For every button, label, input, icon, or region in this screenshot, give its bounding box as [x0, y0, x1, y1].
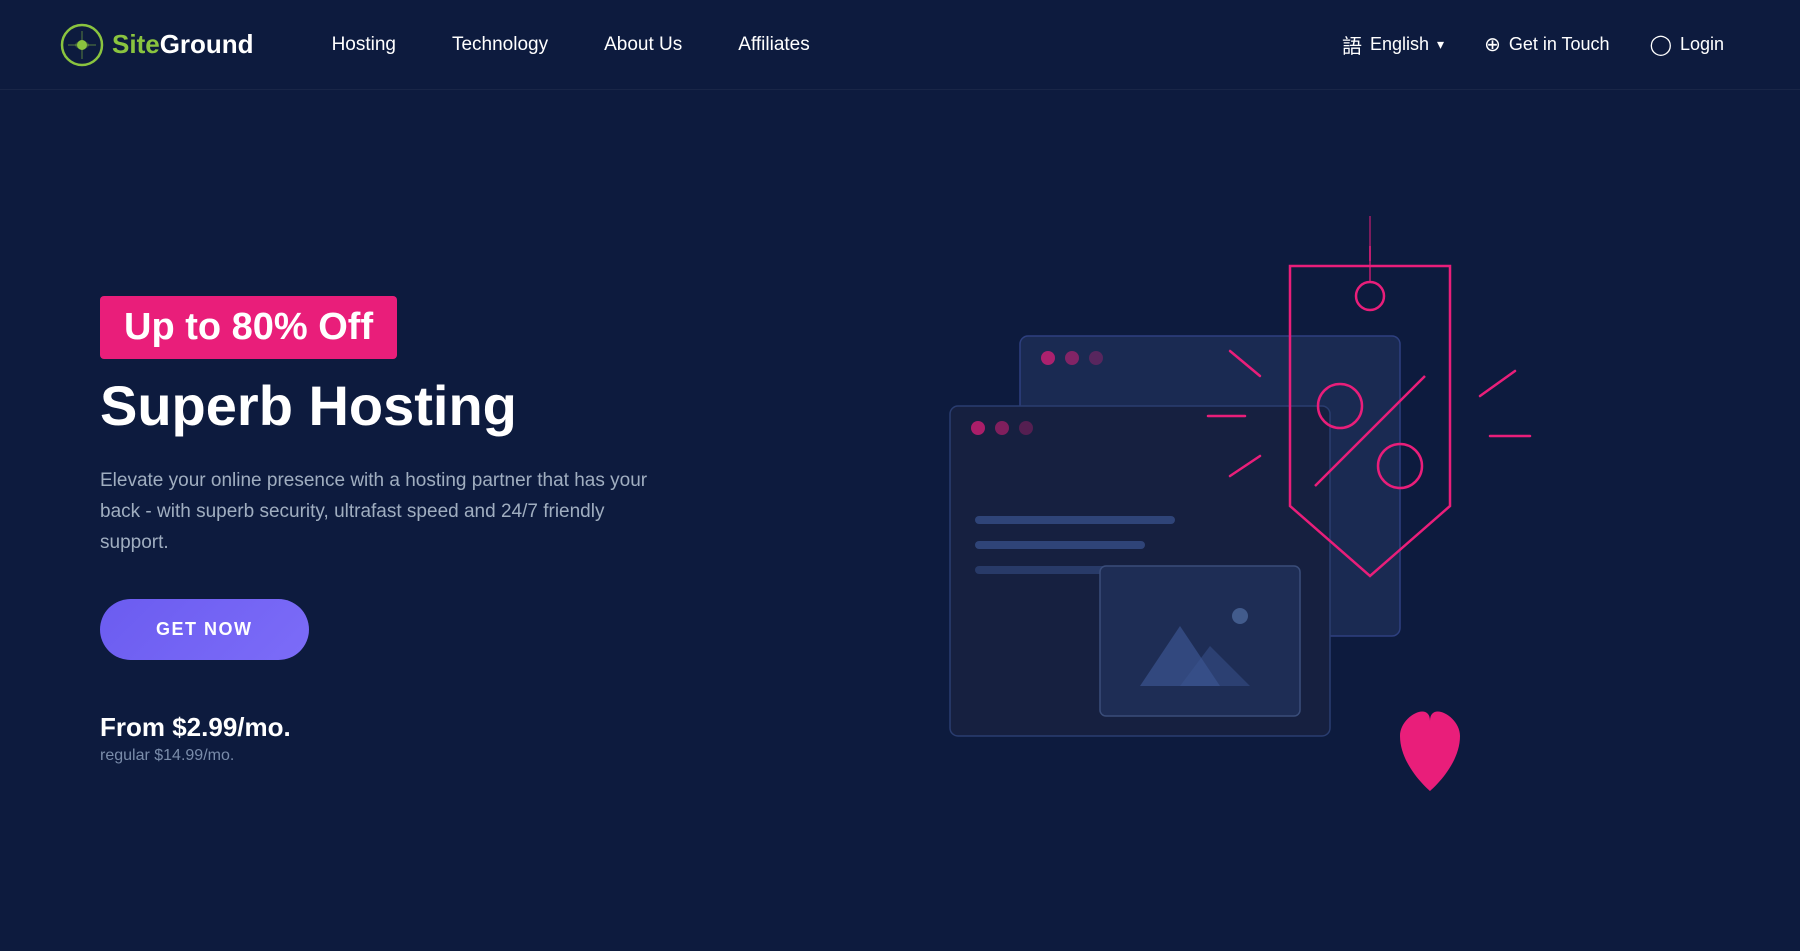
chevron-down-icon: ▾ — [1437, 36, 1444, 53]
pricing-info: From $2.99/mo. regular $14.99/mo. — [100, 712, 700, 765]
price-regular: regular $14.99/mo. — [100, 747, 700, 765]
hero-title: Superb Hosting — [100, 375, 700, 437]
price-main: From $2.99/mo. — [100, 712, 700, 743]
translate-icon: 語 — [1342, 30, 1362, 59]
get-in-touch-link[interactable]: ⊕ Get in Touch — [1468, 24, 1626, 65]
nav-about-us[interactable]: About Us — [576, 34, 710, 56]
nav-right: 語 English ▾ ⊕ Get in Touch ◯ Login — [1326, 22, 1740, 67]
hero-description: Elevate your online presence with a host… — [100, 465, 660, 559]
logo-icon — [60, 23, 104, 67]
language-label: English — [1370, 34, 1429, 55]
promo-badge: Up to 80% Off — [100, 296, 397, 359]
hero-illustration — [700, 181, 1740, 881]
nav-links: Hosting Technology About Us Affiliates — [304, 34, 1326, 56]
get-now-button[interactable]: GET NOW — [100, 599, 309, 660]
logo[interactable]: SiteGround — [60, 23, 254, 67]
hero-section: Up to 80% Off Superb Hosting Elevate you… — [0, 90, 1800, 951]
hero-svg — [870, 206, 1570, 856]
logo-text: SiteGround — [112, 29, 254, 60]
hero-content: Up to 80% Off Superb Hosting Elevate you… — [100, 296, 700, 765]
location-icon: ⊕ — [1484, 32, 1501, 57]
nav-technology[interactable]: Technology — [424, 34, 576, 56]
nav-hosting[interactable]: Hosting — [304, 34, 424, 56]
login-link[interactable]: ◯ Login — [1634, 24, 1740, 65]
contact-label: Get in Touch — [1509, 34, 1610, 55]
language-selector[interactable]: 語 English ▾ — [1326, 22, 1460, 67]
nav-affiliates[interactable]: Affiliates — [710, 34, 837, 56]
login-label: Login — [1680, 34, 1724, 55]
user-icon: ◯ — [1650, 32, 1672, 57]
navbar: SiteGround Hosting Technology About Us A… — [0, 0, 1800, 90]
